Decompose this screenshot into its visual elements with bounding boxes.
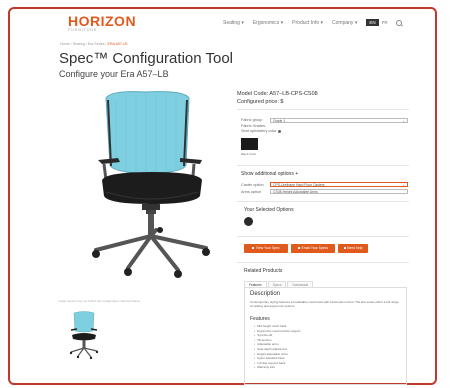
- divider: [237, 262, 409, 263]
- need-help-button[interactable]: Need help: [338, 244, 368, 253]
- description-text: Contemporary styling features a breathab…: [250, 300, 399, 309]
- configured-price: Configured price: $: [237, 99, 284, 105]
- list-item: Warranty info: [254, 365, 300, 370]
- main-nav: Seating ▾ Ergonomics ▾ Product Info ▾ Co…: [223, 19, 402, 26]
- selected-options-title: Your Selected Options: [244, 207, 294, 213]
- fabric-group-value: Grade 1: [273, 119, 286, 123]
- chair-thumbnail[interactable]: [66, 309, 102, 359]
- show-additional-options-link[interactable]: Show additional options +: [241, 171, 298, 177]
- nav-item-seating[interactable]: Seating ▾: [223, 20, 244, 26]
- fabric-group-select[interactable]: Grade 1 ⌄: [270, 118, 408, 123]
- lang-fr-button[interactable]: FR: [382, 20, 388, 25]
- chair-product-image: [92, 91, 210, 278]
- divider: [237, 236, 409, 237]
- nav-item-ergonomics[interactable]: Ergonomics ▾: [253, 20, 283, 26]
- email-specs-label: Email Your Specs: [301, 246, 329, 250]
- need-help-label: Need help: [347, 246, 363, 250]
- fabric-group-label: Fabric group: [241, 118, 263, 122]
- info-icon[interactable]: [277, 129, 281, 133]
- image-caption: Image shown may not reflect the configur…: [58, 299, 141, 303]
- fabric-swatch-black[interactable]: [241, 138, 258, 150]
- related-products-title: Related Products: [244, 268, 283, 274]
- description-title: Description: [250, 291, 281, 297]
- features-title: Features: [250, 316, 270, 322]
- caster-option-value: CPS-Urethane Hard Floor Casters: [273, 183, 325, 187]
- email-icon: [297, 246, 300, 250]
- selected-option-caster-icon: [244, 217, 253, 226]
- document-icon: [252, 246, 255, 250]
- logo-text: HORIZON: [68, 13, 137, 29]
- breadcrumb-path[interactable]: Home / Seating / Era Series /: [60, 42, 108, 46]
- divider: [237, 165, 409, 166]
- site-header: HORIZON FURNITURE Seating ▾ Ergonomics ▾…: [10, 9, 435, 35]
- fabric-color-label: Seat upholstery color: [241, 129, 281, 133]
- view-spec-label: View Your Spec: [255, 246, 280, 250]
- brand-logo[interactable]: HORIZON FURNITURE: [68, 13, 137, 33]
- nav-item-product-info[interactable]: Product Info ▾: [292, 20, 323, 26]
- page-title: Spec™ Configuration Tool: [59, 50, 233, 67]
- caster-option-label: Caster option: [241, 183, 264, 187]
- lang-en-button[interactable]: EN: [366, 19, 379, 26]
- nav-item-company[interactable]: Company ▾: [332, 20, 357, 26]
- arms-option-value: CS08-Height Adjustable Arms: [273, 190, 318, 194]
- arms-option-label: Arms option: [241, 190, 262, 194]
- arms-option-select[interactable]: CS08-Height Adjustable Arms: [270, 189, 408, 194]
- help-icon: [343, 246, 346, 250]
- breadcrumb: Home / Seating / Era Series / ERA A57-LB: [60, 42, 128, 46]
- breadcrumb-current: ERA A57-LB: [107, 42, 128, 46]
- chevron-down-icon: ⌄: [402, 119, 405, 123]
- search-icon[interactable]: [395, 19, 402, 26]
- features-list: Mid-height mesh back Ergonomic mesh lumb…: [254, 324, 300, 370]
- divider: [237, 109, 409, 110]
- page-subtitle: Configure your Era A57–LB: [59, 69, 169, 79]
- email-specs-button[interactable]: Email Your Specs: [291, 244, 335, 253]
- fabric-color-text: Seat upholstery color: [241, 129, 277, 133]
- caster-option-select[interactable]: CPS-Urethane Hard Floor Casters ⌄: [270, 182, 408, 187]
- view-spec-button[interactable]: View Your Spec: [244, 244, 288, 253]
- swatch-label: Black Cloth: [241, 152, 257, 156]
- model-code: Model Code: A57–LB-CPS-CS08: [237, 91, 318, 97]
- chevron-down-icon: ⌄: [402, 183, 405, 187]
- divider: [237, 201, 409, 202]
- fabric-grade-label[interactable]: Fabric Grades: [241, 124, 265, 128]
